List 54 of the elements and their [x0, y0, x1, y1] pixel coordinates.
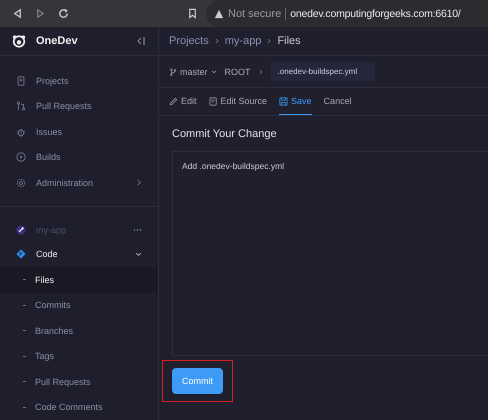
tab[interactable]: Edit Source [208, 88, 268, 115]
breadcrumb-link[interactable]: my-app [224, 35, 262, 47]
sidebar-subitem[interactable]: Tags [0, 344, 158, 369]
merge-icon [16, 101, 26, 112]
sidebar-item[interactable]: Administration [0, 170, 158, 196]
file-name-field[interactable]: .onedev-buildspec.yml [270, 62, 375, 81]
settings-icon [16, 178, 26, 188]
breadcrumb-link[interactable]: Files [277, 35, 301, 47]
branch-selector[interactable]: master [169, 66, 217, 76]
url-text: onedev.computingforgeeks.com:6610/ [290, 8, 461, 20]
sidebar-item[interactable]: Pull Requests [0, 94, 158, 119]
sidebar-item[interactable]: Projects [0, 68, 158, 94]
commit-button[interactable]: Commit [172, 368, 223, 394]
back-icon[interactable] [12, 8, 23, 19]
dash-icon [23, 304, 26, 306]
commit-message-field[interactable]: Add .onedev-buildspec.yml [172, 151, 488, 356]
dash-icon [23, 356, 26, 357]
sidebar-subitem[interactable]: Branches [0, 318, 158, 344]
chevron-right-icon [267, 38, 272, 44]
security-label: Not secure [228, 8, 282, 20]
sidebar-section[interactable]: Code [0, 242, 158, 267]
forward-icon[interactable] [35, 8, 46, 19]
dash-icon [23, 406, 26, 408]
tab[interactable]: Cancel [324, 88, 352, 115]
chevron-right-icon [214, 38, 219, 44]
bug-icon [16, 126, 26, 137]
play-icon [16, 152, 26, 162]
sidebar-subitem[interactable]: Pull Requests [0, 369, 158, 394]
path-root-link[interactable]: ROOT [224, 66, 251, 76]
chevron-right-icon [258, 68, 263, 74]
sidebar-item[interactable]: Builds [0, 144, 158, 170]
diamond-icon [16, 249, 26, 260]
collapse-sidebar-icon[interactable] [136, 36, 146, 46]
branch-icon [169, 68, 177, 76]
sidebar-subitem[interactable]: Files [0, 267, 158, 292]
section-heading: Commit Your Change [172, 128, 278, 140]
tab[interactable]: Save [279, 88, 312, 115]
sidebar-subitem[interactable]: Code Comments [0, 394, 158, 420]
brand-name: OneDev [36, 35, 79, 47]
caret-icon [210, 68, 217, 74]
warning-icon [214, 8, 224, 18]
book-icon [16, 76, 26, 86]
more-icon[interactable] [133, 228, 142, 232]
sidebar-item[interactable]: Issues [0, 119, 158, 144]
breadcrumb-link[interactable]: Projects [169, 35, 209, 47]
document-icon [208, 96, 218, 106]
sidebar-subitem[interactable]: Commits [0, 292, 158, 318]
bookmark-icon[interactable] [187, 8, 198, 19]
reload-icon[interactable] [58, 8, 69, 19]
logo-icon [12, 34, 26, 48]
pencil-icon [169, 96, 178, 106]
address-bar[interactable]: Not secure onedev.computingforgeeks.com:6610/ [206, 0, 488, 27]
floppy-disk-icon [279, 96, 288, 106]
tab[interactable]: Edit [169, 88, 197, 115]
